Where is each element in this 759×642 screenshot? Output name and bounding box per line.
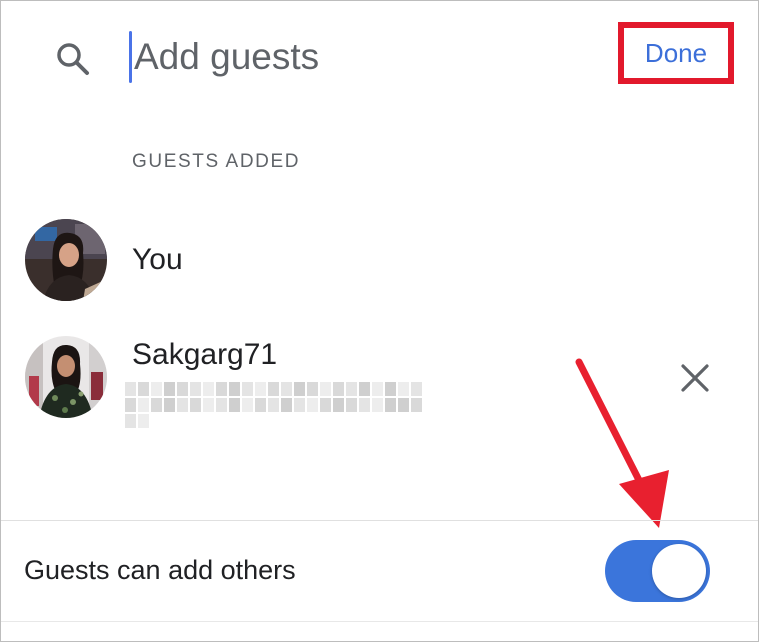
add-guests-input[interactable] [134, 36, 554, 78]
guest-name-sakgarg71: Sakgarg71 [132, 338, 278, 371]
section-divider [1, 520, 758, 521]
toggle-knob [652, 544, 706, 598]
annotation-arrow-icon [575, 358, 669, 528]
done-highlight-box: Done [618, 22, 734, 84]
guest-name-you: You [132, 243, 183, 276]
guests-added-heading: GUESTS ADDED [132, 151, 301, 172]
guests-can-add-others-label: Guests can add others [24, 555, 296, 585]
avatar-you [25, 219, 107, 301]
guests-can-add-others-toggle[interactable] [605, 540, 710, 602]
text-cursor [129, 31, 132, 83]
done-button[interactable]: Done [645, 38, 707, 69]
avatar-sakgarg71 [25, 336, 107, 418]
guest-email-obscured [125, 382, 425, 428]
bottom-divider [1, 621, 758, 622]
search-icon[interactable] [53, 39, 93, 79]
guest-picker-screen: Done GUESTS ADDED You [0, 0, 759, 642]
add-guests-field[interactable] [129, 29, 569, 85]
